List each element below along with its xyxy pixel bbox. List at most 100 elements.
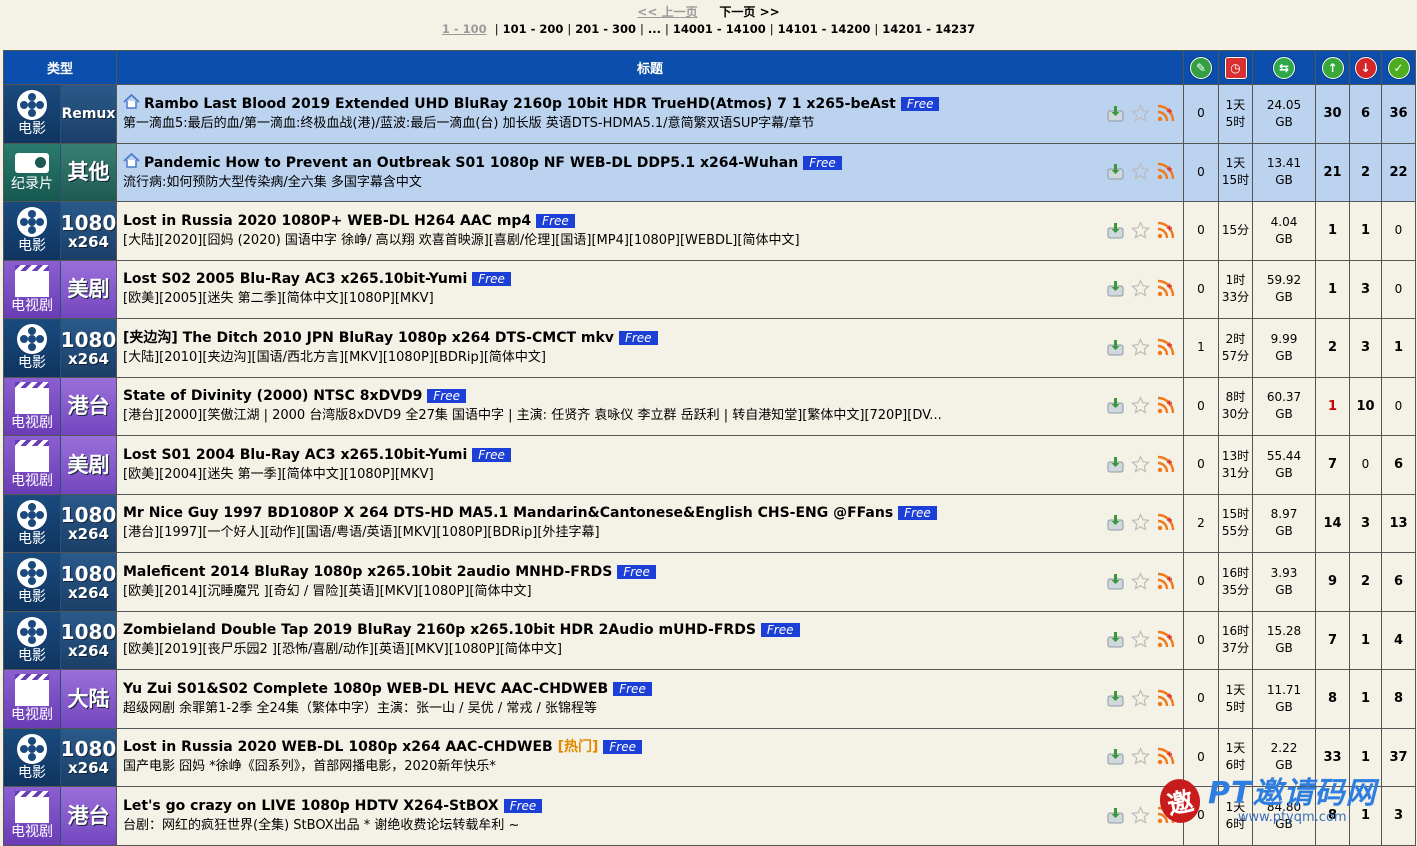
- rss-icon[interactable]: [1156, 513, 1175, 536]
- bookmark-star-icon[interactable]: [1131, 747, 1150, 770]
- comments-count[interactable]: 1: [1183, 318, 1219, 378]
- download-icon[interactable]: [1106, 162, 1125, 185]
- comments-count[interactable]: 0: [1183, 142, 1219, 202]
- bookmark-star-icon[interactable]: [1131, 337, 1150, 361]
- comments-count[interactable]: 0: [1183, 435, 1219, 495]
- bookmark-star-icon[interactable]: [1131, 630, 1150, 653]
- col-seeders-header[interactable]: ↑: [1315, 50, 1350, 85]
- page-link[interactable]: 201 - 300: [575, 22, 636, 36]
- torrent-title-link[interactable]: Pandemic How to Prevent an Outbreak S01 …: [144, 155, 798, 171]
- download-icon[interactable]: [1106, 689, 1125, 712]
- rss-icon[interactable]: [1156, 747, 1175, 770]
- rss-icon[interactable]: [1156, 806, 1175, 829]
- leechers-count[interactable]: 2: [1349, 552, 1382, 612]
- table-row[interactable]: 电视剧 美剧 Lost S02 2005 Blu-Ray AC3 x265.10…: [3, 259, 1416, 319]
- comments-count[interactable]: 0: [1183, 610, 1219, 670]
- comments-count[interactable]: 0: [1183, 669, 1219, 729]
- category-cell[interactable]: 电视剧 美剧: [3, 259, 117, 319]
- download-icon[interactable]: [1106, 396, 1125, 419]
- col-time-header[interactable]: ◷: [1218, 50, 1253, 85]
- torrent-title-link[interactable]: Rambo Last Blood 2019 Extended UHD BluRa…: [144, 96, 896, 112]
- completed-count[interactable]: 8: [1381, 669, 1416, 729]
- download-icon[interactable]: [1106, 221, 1125, 244]
- category-cell[interactable]: 电视剧 港台: [3, 376, 117, 436]
- download-icon[interactable]: [1106, 513, 1125, 536]
- table-row[interactable]: 纪录片 其他 Pandemic How to Prevent an Outbre…: [3, 142, 1416, 202]
- torrent-title-link[interactable]: Mr Nice Guy 1997 BD1080P X 264 DTS-HD MA…: [123, 505, 893, 521]
- torrent-title-link[interactable]: Zombieland Double Tap 2019 BluRay 2160p …: [123, 622, 756, 638]
- category-cell[interactable]: 电视剧 大陆: [3, 669, 117, 729]
- completed-count[interactable]: 3: [1381, 786, 1416, 846]
- completed-count[interactable]: 1: [1381, 318, 1416, 378]
- leechers-count[interactable]: 3: [1349, 318, 1382, 378]
- download-icon[interactable]: [1106, 338, 1125, 361]
- bookmark-star-icon[interactable]: [1131, 396, 1150, 419]
- comments-count[interactable]: 0: [1183, 259, 1219, 319]
- rss-icon[interactable]: [1156, 104, 1175, 127]
- seeders-count[interactable]: 7: [1315, 435, 1350, 495]
- download-icon[interactable]: [1106, 104, 1125, 127]
- col-title-header[interactable]: 标题: [116, 50, 1184, 85]
- category-cell[interactable]: 电影 1080 x264: [3, 727, 117, 787]
- category-cell[interactable]: 电影 Remux: [3, 84, 117, 144]
- torrent-title-link[interactable]: Lost S02 2005 Blu-Ray AC3 x265.10bit-Yum…: [123, 271, 467, 287]
- category-cell[interactable]: 电视剧 港台: [3, 786, 117, 846]
- seeders-count[interactable]: 7: [1315, 610, 1350, 670]
- next-page-link[interactable]: 下一页 >>: [719, 5, 779, 19]
- seeders-count[interactable]: 1: [1315, 259, 1350, 319]
- col-type-header[interactable]: 类型: [3, 50, 117, 85]
- leechers-count[interactable]: 1: [1349, 727, 1382, 787]
- table-row[interactable]: 电影 1080 x264 [夹边沟] The Ditch 2010 JPN Blu…: [3, 318, 1416, 378]
- rss-icon[interactable]: [1156, 221, 1175, 244]
- seeders-count[interactable]: 30: [1315, 84, 1350, 144]
- col-leechers-header[interactable]: ↓: [1349, 50, 1382, 85]
- rss-icon[interactable]: [1156, 396, 1175, 419]
- comments-count[interactable]: 2: [1183, 493, 1219, 553]
- leechers-count[interactable]: 3: [1349, 493, 1382, 553]
- download-icon[interactable]: [1106, 630, 1125, 653]
- bookmark-star-icon[interactable]: [1131, 805, 1150, 829]
- leechers-count[interactable]: 0: [1349, 435, 1382, 495]
- completed-count[interactable]: 6: [1381, 552, 1416, 612]
- col-completed-header[interactable]: ✓: [1381, 50, 1416, 85]
- table-row[interactable]: 电影 Remux Rambo Last Blood 2019 Extended …: [3, 84, 1416, 144]
- table-row[interactable]: 电视剧 港台 Let's go crazy on LIVE 1080p HDTV…: [3, 786, 1416, 846]
- table-row[interactable]: 电影 1080 x264 Mr Nice Guy 1997 BD1080P X 2…: [3, 493, 1416, 553]
- download-icon[interactable]: [1106, 279, 1125, 302]
- col-size-header[interactable]: ⇆: [1252, 50, 1316, 85]
- leechers-count[interactable]: 6: [1349, 84, 1382, 144]
- seeders-count[interactable]: 21: [1315, 142, 1350, 202]
- torrent-title-link[interactable]: Yu Zui S01&S02 Complete 1080p WEB-DL HEV…: [123, 681, 608, 697]
- completed-count[interactable]: 0: [1381, 376, 1416, 436]
- torrent-title-link[interactable]: [夹边沟] The Ditch 2010 JPN BluRay 1080p x2…: [123, 330, 614, 346]
- table-row[interactable]: 电视剧 大陆 Yu Zui S01&S02 Complete 1080p WEB…: [3, 669, 1416, 729]
- table-row[interactable]: 电影 1080 x264 Lost in Russia 2020 1080P+ W…: [3, 201, 1416, 261]
- rss-icon[interactable]: [1156, 572, 1175, 595]
- torrent-title-link[interactable]: Maleficent 2014 BluRay 1080p x265.10bit …: [123, 564, 612, 580]
- seeders-count[interactable]: 8: [1315, 669, 1350, 729]
- bookmark-star-icon[interactable]: [1131, 103, 1150, 127]
- leechers-count[interactable]: 1: [1349, 610, 1382, 670]
- page-link[interactable]: 14101 - 14200: [778, 22, 871, 36]
- bookmark-star-icon[interactable]: [1131, 162, 1150, 185]
- rss-icon[interactable]: [1156, 162, 1175, 185]
- bookmark-star-icon[interactable]: [1131, 279, 1150, 302]
- completed-count[interactable]: 0: [1381, 259, 1416, 319]
- table-row[interactable]: 电影 1080 x264 Lost in Russia 2020 WEB-DL 1…: [3, 727, 1416, 787]
- seeders-count[interactable]: 2: [1315, 318, 1350, 378]
- comments-count[interactable]: 0: [1183, 727, 1219, 787]
- rss-icon[interactable]: [1156, 279, 1175, 302]
- category-cell[interactable]: 电影 1080 x264: [3, 318, 117, 378]
- torrent-title-link[interactable]: Let's go crazy on LIVE 1080p HDTV X264-S…: [123, 798, 499, 814]
- rss-icon[interactable]: [1156, 689, 1175, 712]
- leechers-count[interactable]: 1: [1349, 201, 1382, 261]
- seeders-count[interactable]: 9: [1315, 552, 1350, 612]
- completed-count[interactable]: 22: [1381, 142, 1416, 202]
- table-row[interactable]: 电影 1080 x264 Zombieland Double Tap 2019 B…: [3, 610, 1416, 670]
- seeders-count[interactable]: 1: [1315, 376, 1350, 436]
- download-icon[interactable]: [1106, 572, 1125, 595]
- table-row[interactable]: 电视剧 港台 State of Divinity (2000) NTSC 8xD…: [3, 376, 1416, 436]
- rss-icon[interactable]: [1156, 630, 1175, 653]
- leechers-count[interactable]: 1: [1349, 786, 1382, 846]
- comments-count[interactable]: 0: [1183, 376, 1219, 436]
